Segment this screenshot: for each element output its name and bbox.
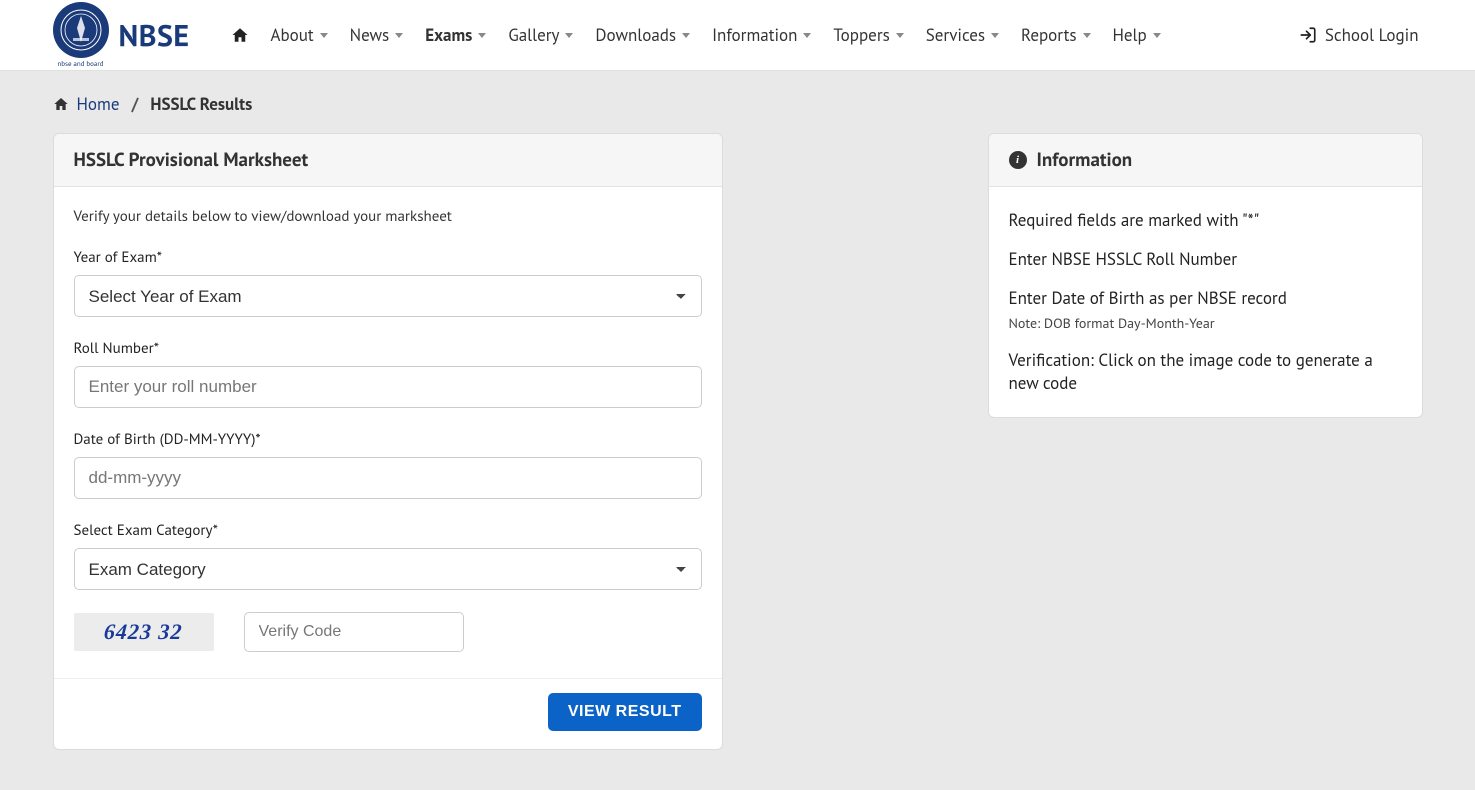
info-item: Verification: Click on the image code to… [1009, 341, 1402, 403]
info-item: Required fields are marked with "*" [1009, 201, 1402, 240]
nav-services[interactable]: Services [915, 16, 1010, 54]
nav-exams[interactable]: Exams [414, 16, 497, 54]
chevron-down-icon [565, 33, 573, 38]
captcha-code: 6423 32 [103, 619, 183, 645]
info-item: Enter NBSE HSSLC Roll Number [1009, 240, 1402, 279]
category-label: Select Exam Category [74, 521, 702, 540]
captcha-input[interactable] [244, 612, 464, 652]
dob-label: Date of Birth (DD-MM-YYYY) [74, 430, 702, 449]
breadcrumb-separator: / [127, 93, 142, 115]
school-login-label: School Login [1325, 24, 1419, 46]
chevron-down-icon [320, 33, 328, 38]
nav-label: News [350, 24, 390, 46]
year-label: Year of Exam [74, 248, 702, 267]
home-icon [231, 26, 249, 44]
logo-icon [53, 2, 109, 58]
nav-label: About [271, 24, 314, 46]
chevron-down-icon [1083, 33, 1091, 38]
form-intro: Verify your details below to view/downlo… [74, 207, 702, 226]
nav-gallery[interactable]: Gallery [497, 16, 584, 54]
marksheet-form-card: HSSLC Provisional Marksheet Verify your … [53, 133, 723, 750]
brand-block[interactable]: nbse and board NBSE [53, 2, 190, 68]
chevron-down-icon [803, 33, 811, 38]
chevron-down-icon [478, 33, 486, 38]
category-select[interactable]: Exam Category [74, 548, 702, 590]
school-login-link[interactable]: School Login [1295, 16, 1423, 54]
nav-reports[interactable]: Reports [1010, 16, 1101, 54]
info-list: Required fields are marked with "*" Ente… [1009, 201, 1402, 403]
info-item: Enter Date of Birth as per NBSE record N… [1009, 279, 1402, 341]
chevron-down-icon [682, 33, 690, 38]
nav-label: Exams [425, 24, 472, 46]
nav-help[interactable]: Help [1102, 16, 1172, 54]
roll-input[interactable] [74, 366, 702, 408]
card-title: HSSLC Provisional Marksheet [54, 134, 722, 187]
nav-label: Reports [1021, 24, 1076, 46]
chevron-down-icon [1153, 33, 1161, 38]
brand-name: NBSE [119, 16, 190, 55]
nav-label: Help [1113, 24, 1147, 46]
nav-about[interactable]: About [260, 16, 339, 54]
nav-toppers[interactable]: Toppers [822, 16, 914, 54]
nav-label: Toppers [833, 24, 889, 46]
information-card: i Information Required fields are marked… [988, 133, 1423, 418]
breadcrumb-home[interactable]: Home [77, 93, 120, 115]
nav-label: Downloads [595, 24, 676, 46]
login-icon [1299, 26, 1317, 44]
breadcrumb-current: HSSLC Results [150, 93, 252, 115]
captcha-image[interactable]: 6423 32 [74, 613, 214, 651]
nav-news[interactable]: News [339, 16, 415, 54]
roll-label: Roll Number [74, 339, 702, 358]
main-nav: About News Exams Gallery Downloads Infor… [220, 16, 1295, 54]
info-title: Information [1037, 148, 1133, 172]
dob-input[interactable] [74, 457, 702, 499]
breadcrumb: Home / HSSLC Results [28, 71, 1448, 133]
nav-information[interactable]: Information [701, 16, 822, 54]
info-icon: i [1009, 151, 1027, 169]
nav-downloads[interactable]: Downloads [584, 16, 701, 54]
site-header: nbse and board NBSE About News Exams Gal… [0, 0, 1475, 71]
year-select[interactable]: Select Year of Exam [74, 275, 702, 317]
chevron-down-icon [896, 33, 904, 38]
nav-label: Gallery [508, 24, 559, 46]
home-icon [53, 96, 69, 112]
view-result-button[interactable]: VIEW RESULT [548, 693, 702, 731]
nav-home[interactable] [220, 18, 260, 52]
chevron-down-icon [991, 33, 999, 38]
chevron-down-icon [395, 33, 403, 38]
nav-label: Services [926, 24, 985, 46]
logo-subtext: nbse and board [53, 59, 109, 68]
nav-label: Information [712, 24, 797, 46]
